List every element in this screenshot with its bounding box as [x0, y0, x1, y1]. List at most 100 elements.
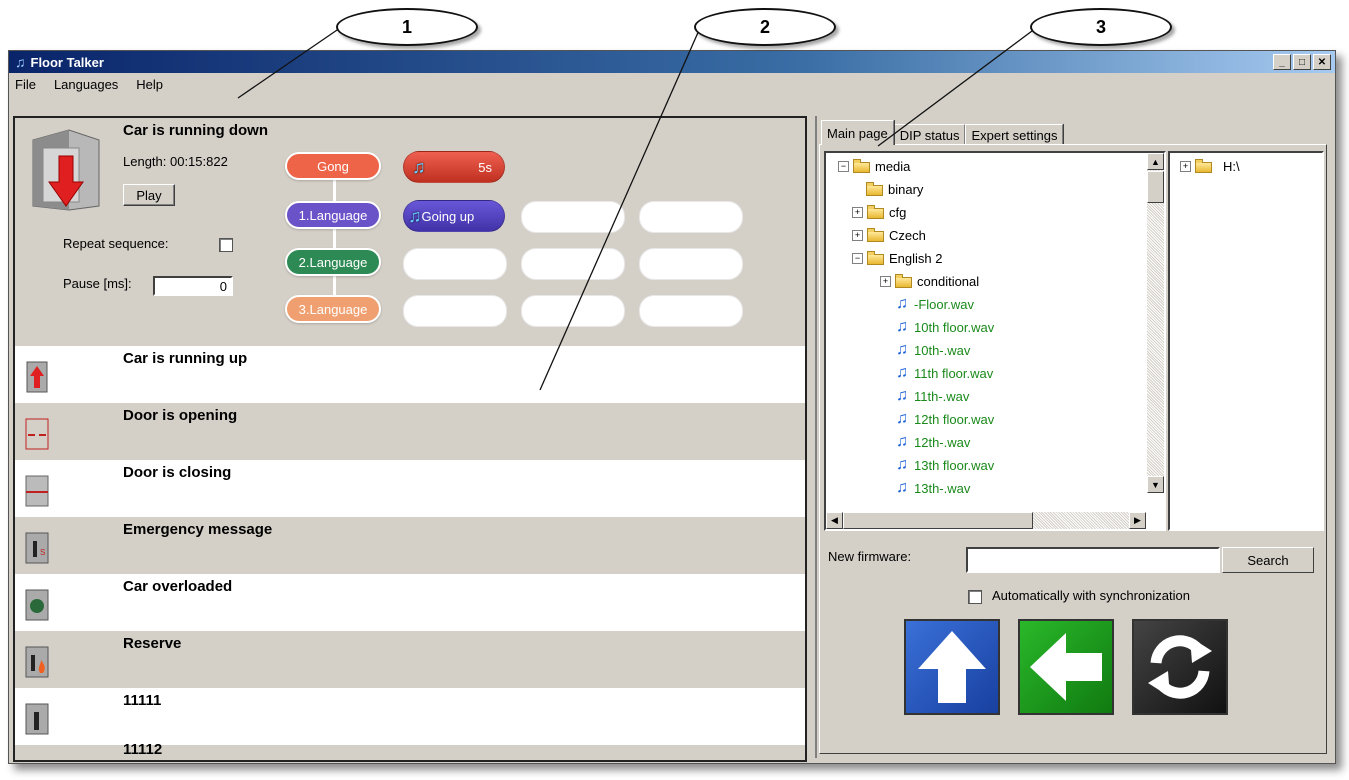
pause-input[interactable]: [153, 276, 233, 296]
minimize-button[interactable]: _: [1273, 54, 1291, 70]
tab-main-page[interactable]: Main page: [821, 120, 894, 145]
folder-icon: [867, 228, 885, 242]
list-item[interactable]: 11112: [15, 741, 805, 762]
list-item[interactable]: S Emergency message: [15, 517, 805, 574]
music-note-icon: ♫: [412, 156, 426, 177]
folder-icon: [867, 205, 885, 219]
list-item[interactable]: 11111: [15, 688, 805, 745]
tree-node-conditional[interactable]: + conditional: [880, 270, 979, 292]
list-item[interactable]: Door is closing: [15, 460, 805, 517]
expand-icon[interactable]: +: [852, 206, 863, 218]
close-button[interactable]: ✕: [1313, 54, 1331, 70]
scroll-left-icon[interactable]: ◀: [826, 512, 843, 529]
tree-file[interactable]: ♫ 13th floor.wav: [894, 454, 994, 476]
tree-node-drive[interactable]: + H:\: [1180, 155, 1240, 177]
back-arrow-icon: [1030, 633, 1102, 701]
maximize-button[interactable]: □: [1293, 54, 1311, 70]
main-page-content: − media binary + cfg + Czech − English 2…: [819, 144, 1327, 754]
tree-node-english-2[interactable]: − English 2: [852, 247, 942, 269]
play-button[interactable]: Play: [123, 184, 175, 206]
menu-help[interactable]: Help: [136, 77, 163, 92]
menu-bar: File Languages Help: [9, 73, 1335, 95]
empty-slot[interactable]: [521, 295, 625, 327]
node-gong[interactable]: Gong: [285, 152, 381, 180]
tree-node-cfg[interactable]: + cfg: [852, 201, 906, 223]
list-item[interactable]: Car is running up: [15, 346, 805, 403]
overload-icon: [25, 589, 49, 621]
tab-strip: Main page DIP status Expert settings: [821, 120, 1064, 145]
scroll-down-icon[interactable]: ▼: [1147, 476, 1164, 493]
empty-slot[interactable]: [639, 295, 743, 327]
app-note-icon: ♫: [15, 54, 26, 70]
tree-file[interactable]: ♫ 12th floor.wav: [894, 408, 994, 430]
scroll-thumb[interactable]: [843, 512, 1033, 529]
scroll-right-icon[interactable]: ▶: [1129, 512, 1146, 529]
car-person-icon: [25, 703, 49, 735]
upload-button[interactable]: [904, 619, 1000, 715]
menu-file[interactable]: File: [15, 77, 36, 92]
app-window: ♫ Floor Talker _ □ ✕ File Languages Help…: [8, 50, 1336, 764]
node-language-1[interactable]: 1.Language: [285, 201, 381, 229]
empty-slot[interactable]: [403, 248, 507, 280]
car-person-icon: [25, 757, 49, 762]
folder-icon: [866, 182, 884, 196]
fire-icon: [25, 646, 49, 678]
list-item-title: Door is closing: [123, 464, 232, 481]
node-language-3[interactable]: 3.Language: [285, 295, 381, 323]
car-down-icon: [32, 129, 100, 211]
clip-gong[interactable]: ♫ 5s: [403, 151, 505, 183]
expand-icon[interactable]: +: [852, 229, 863, 241]
expand-icon[interactable]: +: [1180, 160, 1191, 172]
drive-tree[interactable]: + H:\: [1168, 151, 1324, 531]
title-bar[interactable]: ♫ Floor Talker _ □ ✕: [9, 51, 1335, 73]
tab-expert-settings[interactable]: Expert settings: [965, 124, 1064, 145]
repeat-sequence-checkbox[interactable]: [219, 238, 233, 252]
list-item[interactable]: Car overloaded: [15, 574, 805, 631]
clip-gong-label: 5s: [478, 159, 492, 175]
tree-file[interactable]: ♫ 10th floor.wav: [894, 316, 994, 338]
audio-file-icon: ♫: [896, 456, 908, 473]
selected-sequence[interactable]: Car is running down Length: 00:15:822 Pl…: [15, 118, 805, 346]
scroll-thumb[interactable]: [1147, 171, 1164, 203]
firmware-path-input[interactable]: [966, 547, 1220, 573]
audio-file-icon: ♫: [896, 318, 908, 335]
callout-3: 3: [1030, 8, 1172, 46]
sync-button[interactable]: [1132, 619, 1228, 715]
tree-file[interactable]: ♫ 13th-.wav: [894, 477, 970, 499]
sync-icon: [1148, 635, 1212, 699]
empty-slot[interactable]: [403, 295, 507, 327]
menu-languages[interactable]: Languages: [54, 77, 118, 92]
auto-sync-checkbox[interactable]: [968, 590, 982, 604]
tree-file[interactable]: ♫ 10th-.wav: [894, 339, 970, 361]
tree-file[interactable]: ♫ 11th floor.wav: [894, 362, 993, 384]
tree-file[interactable]: ♫ 11th-.wav: [894, 385, 969, 407]
upload-arrow-icon: [918, 631, 986, 703]
back-button[interactable]: [1018, 619, 1114, 715]
settings-panel: Main page DIP status Expert settings − m…: [815, 116, 1331, 758]
tree-vertical-scrollbar[interactable]: ▲ ▼: [1147, 153, 1164, 493]
tree-horizontal-scrollbar[interactable]: ◀ ▶: [826, 512, 1146, 529]
empty-slot[interactable]: [639, 201, 743, 233]
media-tree[interactable]: − media binary + cfg + Czech − English 2…: [824, 151, 1166, 531]
tree-file[interactable]: ♫ -Floor.wav: [894, 293, 974, 315]
empty-slot[interactable]: [639, 248, 743, 280]
sequence-list-panel: Car is running down Length: 00:15:822 Pl…: [13, 116, 807, 762]
callout-2: 2: [694, 8, 836, 46]
clip-going-up[interactable]: ♫ Going up: [403, 200, 505, 232]
expand-icon[interactable]: +: [880, 275, 891, 287]
node-language-2[interactable]: 2.Language: [285, 248, 381, 276]
sos-icon: S: [25, 532, 49, 564]
tree-node-media[interactable]: − media: [838, 155, 910, 177]
list-item[interactable]: Reserve: [15, 631, 805, 688]
empty-slot[interactable]: [521, 201, 625, 233]
list-item[interactable]: Door is opening: [15, 403, 805, 460]
collapse-icon[interactable]: −: [852, 252, 863, 264]
tree-node-binary[interactable]: binary: [866, 178, 923, 200]
tree-file[interactable]: ♫ 12th-.wav: [894, 431, 970, 453]
empty-slot[interactable]: [521, 248, 625, 280]
tab-dip-status[interactable]: DIP status: [893, 124, 966, 145]
search-button[interactable]: Search: [1222, 547, 1314, 573]
collapse-icon[interactable]: −: [838, 160, 849, 172]
scroll-up-icon[interactable]: ▲: [1147, 153, 1164, 170]
tree-node-czech[interactable]: + Czech: [852, 224, 926, 246]
